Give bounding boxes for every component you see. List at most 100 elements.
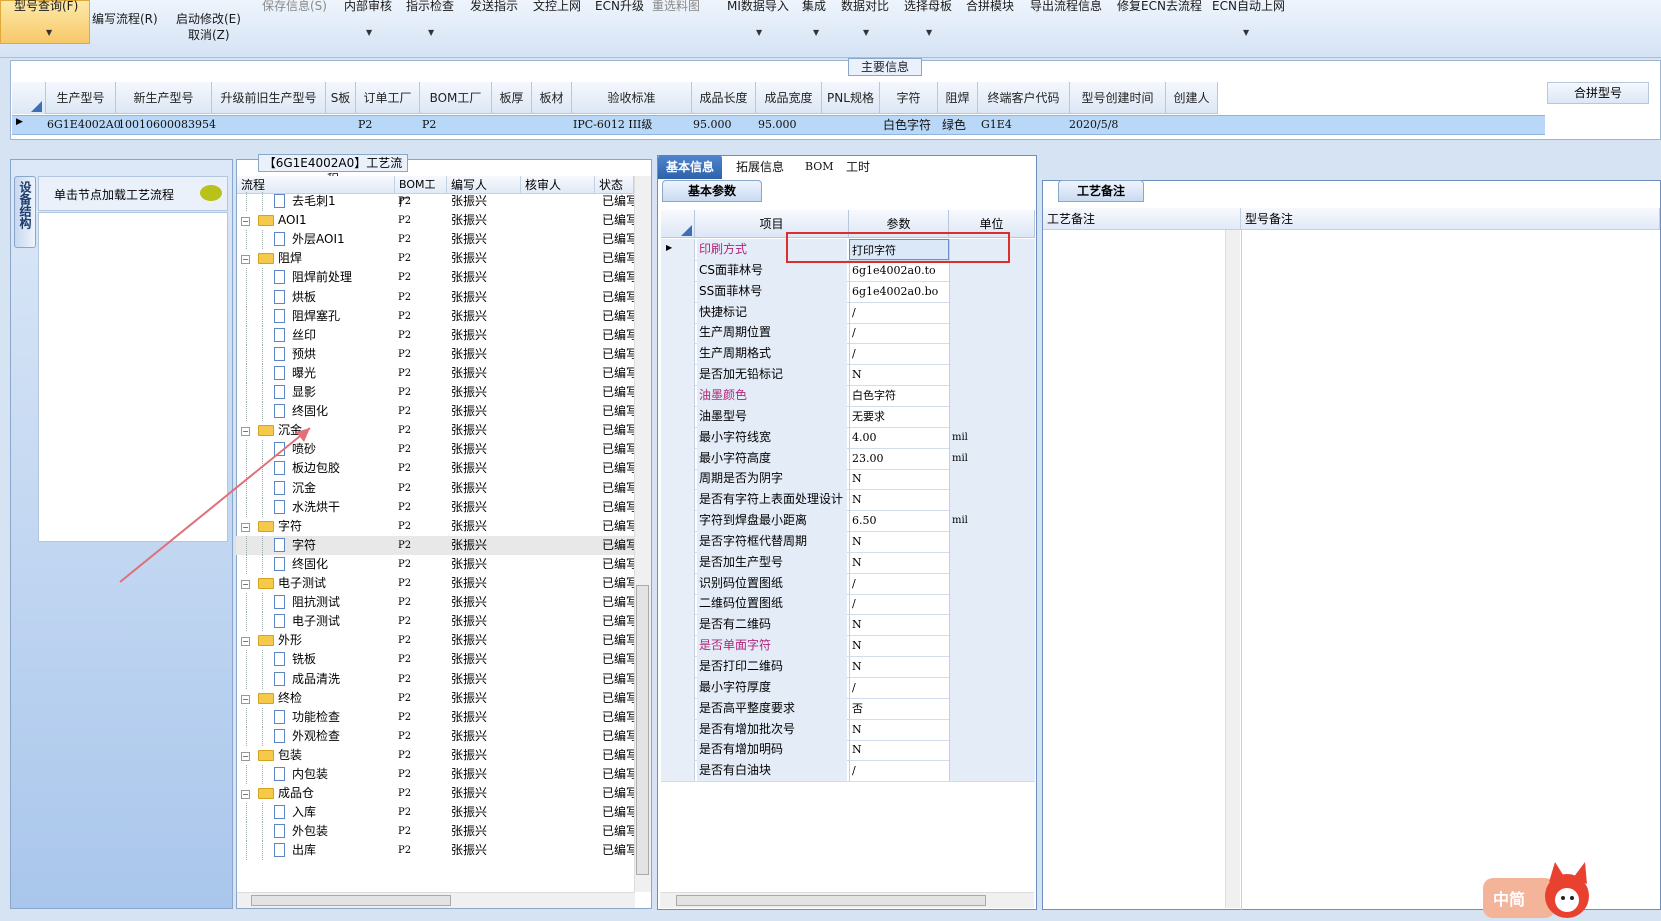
column-header[interactable]: 新生产型号 xyxy=(116,82,212,114)
toolbar-item-integrate[interactable]: 集成 xyxy=(802,0,826,14)
tree-row[interactable]: 预烘 P2 张振兴 已编写 xyxy=(236,344,634,364)
collapse-icon[interactable]: − xyxy=(241,694,250,704)
column-header[interactable]: 板材 xyxy=(532,82,572,114)
tree-hscroll-thumb[interactable] xyxy=(251,895,451,906)
tab-basic-info[interactable]: 基本信息 xyxy=(658,155,723,179)
column-header[interactable]: 升级前旧生产型号 xyxy=(212,82,326,114)
table-cell[interactable]: 10010600083954 xyxy=(118,115,216,135)
toolbar-item-ecn-upgrade[interactable]: ECN升级 xyxy=(595,0,644,14)
tree-row[interactable]: 外观检查 P2 张振兴 已编写 xyxy=(236,726,634,746)
tab-basic-params[interactable]: 基本参数 xyxy=(662,180,762,202)
collapse-icon[interactable]: − xyxy=(241,790,250,800)
collapse-icon[interactable]: − xyxy=(241,255,250,265)
column-header[interactable]: S板 xyxy=(326,82,356,114)
toolbar-item-cancel[interactable]: 取消(Z) xyxy=(188,26,230,43)
param-row[interactable]: 油墨型号 无要求 xyxy=(661,405,1035,428)
table-cell[interactable]: P2 xyxy=(422,115,436,135)
param-row[interactable]: 是否有字符上表面处理设计 N xyxy=(661,489,1035,512)
tree-scroll-thumb[interactable] xyxy=(636,585,649,875)
toolbar-item-instruction-check[interactable]: 指示检查 xyxy=(406,0,454,14)
param-row[interactable]: 是否有增加批次号 N xyxy=(661,718,1035,741)
table-cell[interactable]: 95.000 xyxy=(693,115,732,135)
toolbar-item-ecn-auto-online[interactable]: ECN自动上网 xyxy=(1212,0,1285,14)
toolbar-item-internal-review[interactable]: 内部审核 xyxy=(344,0,392,14)
chevron-down-icon[interactable]: ▼ xyxy=(428,28,434,37)
toolbar-item-start-edit[interactable]: 启动修改(E) xyxy=(176,10,241,27)
param-value[interactable]: N xyxy=(849,718,949,740)
column-header[interactable]: 终端客户代码 xyxy=(978,82,1070,114)
column-header[interactable]: 成品宽度 xyxy=(756,82,822,114)
tree-row[interactable]: 阻焊前处理 P2 张振兴 已编写 xyxy=(236,268,634,288)
tree-row[interactable]: 外包装 P2 张振兴 已编写 xyxy=(236,822,634,842)
tab-device-structure[interactable]: 设备结构 xyxy=(14,176,36,248)
ime-badge[interactable]: 中简 xyxy=(1483,862,1603,918)
param-value[interactable]: / xyxy=(849,593,949,615)
collapse-icon[interactable]: − xyxy=(241,637,250,647)
param-value[interactable]: / xyxy=(849,343,949,365)
tree-row[interactable]: 曝光 P2 张振兴 已编写 xyxy=(236,363,634,383)
collapse-icon[interactable]: − xyxy=(241,751,250,761)
param-row[interactable]: 是否字符框代替周期 N xyxy=(661,530,1035,553)
param-row[interactable]: 是否高平整度要求否 xyxy=(661,697,1035,720)
param-row[interactable]: 是否有白油块 / xyxy=(661,760,1035,783)
tree-row[interactable]: 阻抗测试 P2 张振兴 已编写 xyxy=(236,593,634,613)
table-cell[interactable]: IPC-6012 III级 xyxy=(573,115,652,135)
param-value[interactable]: 否 xyxy=(849,697,949,719)
toolbar-item-mi-import[interactable]: MI数据导入 xyxy=(727,0,789,14)
param-row[interactable]: 周期是否为阴字 N xyxy=(661,468,1035,491)
tree-row[interactable]: 入库 P2 张振兴 已编写 xyxy=(236,803,634,823)
param-value[interactable]: N xyxy=(849,739,949,761)
param-value[interactable]: 4.00 xyxy=(849,426,949,448)
column-header[interactable]: BOM工厂 xyxy=(420,82,492,114)
param-row[interactable]: 是否单面字符 N xyxy=(661,635,1035,658)
column-header[interactable]: 型号创建时间 xyxy=(1070,82,1166,114)
table-cell[interactable]: P2 xyxy=(358,115,372,135)
param-row[interactable]: 是否加生产型号 N xyxy=(661,551,1035,574)
param-row[interactable]: 最小字符高度 23.00 mil xyxy=(661,447,1035,470)
notes-column-header[interactable]: 工艺备注 xyxy=(1043,208,1241,230)
param-value[interactable]: / xyxy=(849,301,949,323)
toolbar-item-merge-module[interactable]: 合拼模块 xyxy=(966,0,1014,14)
toolbar-item-data-compare[interactable]: 数据对比 xyxy=(841,0,889,14)
param-value[interactable]: N xyxy=(849,489,949,511)
param-row[interactable]: 是否打印二维码 N xyxy=(661,656,1035,678)
param-value[interactable]: 白色字符 xyxy=(849,384,949,406)
merge-model-header[interactable]: 合拼型号 xyxy=(1547,82,1649,104)
tab-work-hours[interactable]: 工时 xyxy=(838,155,878,179)
param-row[interactable]: 生产周期格式 / xyxy=(661,343,1035,366)
param-value[interactable]: 6.50 xyxy=(849,510,949,532)
column-header[interactable]: 验收标准 xyxy=(572,82,692,114)
toolbar-item-export-flow[interactable]: 导出流程信息 xyxy=(1030,0,1102,14)
chevron-down-icon[interactable]: ▼ xyxy=(756,28,762,37)
param-value[interactable]: N xyxy=(849,635,949,657)
tree-row[interactable]: 外层AOI1 P2 张振兴 已编写 xyxy=(236,230,634,250)
table-cell[interactable]: 95.000 xyxy=(758,115,797,135)
toolbar-item-write-flow[interactable]: 编写流程(R) xyxy=(92,10,158,27)
param-value[interactable]: N xyxy=(849,530,949,552)
param-value[interactable]: 无要求 xyxy=(849,405,949,427)
tree-row[interactable]: 内包装 P2 张振兴 已编写 xyxy=(236,765,634,784)
tree-row[interactable]: 成品清洗 P2 张振兴 已编写 xyxy=(236,669,634,689)
toolbar-item-fix-ecn[interactable]: 修复ECN去流程 xyxy=(1117,0,1202,14)
collapse-icon[interactable]: − xyxy=(241,217,250,227)
chevron-down-icon[interactable]: ▼ xyxy=(813,28,819,37)
column-header[interactable]: PNL规格 xyxy=(822,82,880,114)
column-header[interactable]: 生产型号 xyxy=(46,82,116,114)
column-header[interactable]: 阻焊 xyxy=(938,82,978,114)
chevron-down-icon[interactable]: ▼ xyxy=(46,28,52,37)
param-row[interactable]: 是否有二维码 N xyxy=(661,614,1035,637)
param-row[interactable]: 最小字符线宽 4.00 mil xyxy=(661,426,1035,449)
tab-craft-notes[interactable]: 工艺备注 xyxy=(1058,180,1144,202)
param-row[interactable]: 是否加无铅标记 N xyxy=(661,364,1035,387)
tree-row[interactable]: 电子测试 P2 张振兴 已编写 xyxy=(236,612,634,632)
tree-row[interactable]: 终固化 P2 张振兴 已编写 xyxy=(236,402,634,422)
table-cell[interactable]: G1E4 xyxy=(981,115,1012,135)
tree-row[interactable]: 丝印 P2 张振兴 已编写 xyxy=(236,325,634,345)
params-hscroll-thumb[interactable] xyxy=(676,895,986,906)
param-value[interactable]: N xyxy=(849,364,949,386)
tree-row[interactable]: − 外形 P2 张振兴 已编写 xyxy=(236,631,634,650)
column-header[interactable]: 订单工厂 xyxy=(356,82,420,114)
notes-column-header[interactable]: 型号备注 xyxy=(1241,208,1660,230)
tree-row[interactable]: 功能检查 P2 张振兴 已编写 xyxy=(236,707,634,727)
param-value[interactable]: / xyxy=(849,676,949,698)
